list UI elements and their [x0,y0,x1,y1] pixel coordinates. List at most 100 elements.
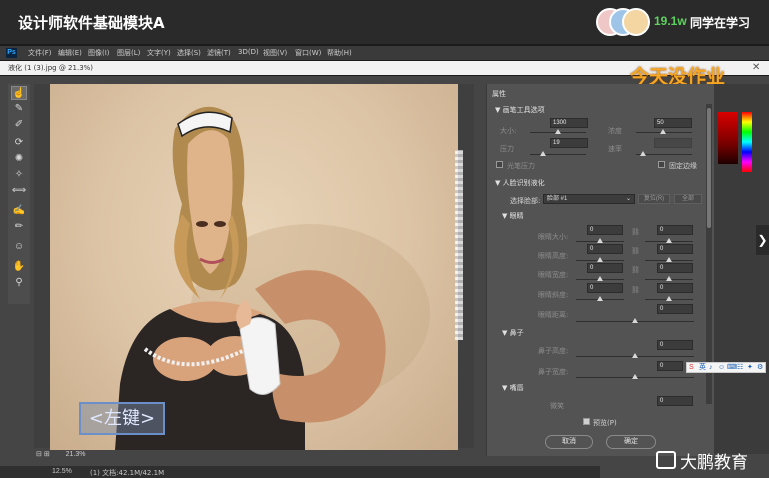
rate-label: 速率 [608,145,622,153]
eye-size-right-knob[interactable] [666,238,672,243]
distorted-portrait-image [115,106,430,450]
eye-tilt-right-knob[interactable] [666,296,672,301]
link-icon[interactable]: ⛓ [631,266,640,274]
nose-width-knob[interactable] [632,374,638,379]
pucker-icon[interactable]: ✺ [11,152,27,166]
eye-tilt-right-input[interactable]: 0 [657,283,693,293]
bloat-icon[interactable]: ✧ [11,168,27,182]
ime-skin-icon[interactable]: ✦ [747,363,753,373]
eye-width-right-knob[interactable] [666,276,672,281]
pressure-slider[interactable] [530,154,586,155]
menu-image[interactable]: 图像(I) [88,48,110,58]
eyes-header[interactable]: ▼ 眼睛 [502,211,524,221]
canvas-zoom-control[interactable]: ⊟ ⊞ 21.3% [36,450,96,460]
eye-height-right-input[interactable]: 0 [657,244,693,254]
select-face-dropdown[interactable]: 脸部 #1 ⌄ [543,194,635,204]
eye-height-left-knob[interactable] [597,257,603,262]
zoom-out-icon[interactable]: ⊟ [36,450,42,458]
brush-options-header[interactable]: ▼ 画笔工具选项 [495,105,545,115]
density-input[interactable]: 50 [654,118,692,128]
ime-menu-icon[interactable]: ☷ [737,363,743,373]
link-icon[interactable]: ⛓ [631,247,640,255]
eye-height-left-input[interactable]: 0 [587,244,623,254]
preview-checkbox[interactable] [583,418,590,425]
size-slider-knob[interactable] [555,129,561,134]
menu-file[interactable]: 文件(F) [28,48,52,58]
size-label: 大小: [500,127,517,135]
eye-size-left-input[interactable]: 0 [587,225,623,235]
menu-filter[interactable]: 滤镜(T) [207,48,231,58]
hue-slider[interactable] [742,112,752,172]
eye-tilt-left-knob[interactable] [597,296,603,301]
ime-emoji-icon[interactable]: ☺ [718,363,725,373]
link-icon[interactable]: ⛓ [631,228,640,236]
cancel-button[interactable]: 取消 [545,435,593,449]
nose-height-knob[interactable] [632,353,638,358]
nose-width-label: 鼻子宽度: [538,368,569,376]
zoom-icon[interactable]: ⚲ [11,276,27,290]
ime-keyboard-icon[interactable]: ⌨ [727,363,737,373]
pressure-slider-knob[interactable] [540,151,546,156]
mouth-header[interactable]: ▼ 嘴唇 [502,383,524,393]
eye-width-left-input[interactable]: 0 [587,263,623,273]
eye-width-left-knob[interactable] [597,276,603,281]
sogou-icon[interactable]: S [689,363,694,373]
size-input[interactable]: 1300 [550,118,588,128]
menu-select[interactable]: 选择(S) [177,48,201,58]
face-aware-header[interactable]: ▼ 人脸识别液化 [495,178,545,188]
nose-header[interactable]: ▼ 鼻子 [502,328,524,338]
hand-icon[interactable]: ✋ [11,260,27,274]
status-zoom[interactable]: 12.5% [52,468,72,475]
nose-height-input[interactable]: 0 [657,340,693,350]
eye-size-left-knob[interactable] [597,238,603,243]
smile-input[interactable]: 0 [657,396,693,406]
ime-punctuation-icon[interactable]: ♪ [709,363,713,373]
stylus-pressure-checkbox[interactable] [496,161,503,168]
menu-view[interactable]: 视图(V) [263,48,287,58]
freeze-mask-icon[interactable]: ✍ [11,204,27,218]
brand-logo-icon [656,451,676,469]
ime-lang-toggle[interactable]: 英 [699,363,706,373]
avatar [622,8,650,36]
nose-height-label: 鼻子高度: [538,347,569,355]
pressure-input[interactable]: 19 [550,138,588,148]
eye-tilt-left-input[interactable]: 0 [587,283,623,293]
face-tool-icon[interactable]: ☺ [11,240,27,254]
chevron-right-icon[interactable]: ❯ [756,225,769,255]
ime-settings-icon[interactable]: ⚙ [757,363,763,373]
pin-edges-checkbox[interactable] [658,161,665,168]
menu-3d[interactable]: 3D(D) [238,48,259,56]
rate-input[interactable] [654,138,692,148]
all-button[interactable]: 全部 [674,194,702,204]
color-picker-field[interactable] [718,112,738,164]
menu-help[interactable]: 帮助(H) [327,48,352,58]
twirl-icon[interactable]: ⟳ [11,136,27,150]
menu-window[interactable]: 窗口(W) [295,48,321,58]
close-icon[interactable]: ✕ [752,62,760,73]
eye-width-right-input[interactable]: 0 [657,263,693,273]
thaw-mask-icon[interactable]: ✏ [11,220,27,234]
density-slider-knob[interactable] [660,129,666,134]
photo-canvas[interactable] [50,84,458,450]
reset-button[interactable]: 复位(R) [638,194,670,204]
eye-distance-input[interactable]: 0 [657,304,693,314]
menu-layer[interactable]: 图层(L) [117,48,140,58]
rate-slider-knob[interactable] [640,151,646,156]
nose-width-input[interactable]: 0 [657,361,683,371]
menu-edit[interactable]: 编辑(E) [58,48,82,58]
zoom-in-icon[interactable]: ⊞ [44,450,50,458]
menu-type[interactable]: 文字(Y) [147,48,171,58]
smooth-icon[interactable]: ✐ [11,118,27,132]
eye-size-right-input[interactable]: 0 [657,225,693,235]
properties-scrollbar-thumb[interactable] [707,108,711,228]
ime-toolbar: S 英 ♪ ☺ ⌨ ☷ ✦ ⚙ [686,362,766,373]
canvas-zoom-value[interactable]: 21.3% [66,451,86,458]
link-icon[interactable]: ⛓ [631,286,640,294]
ok-button[interactable]: 确定 [606,435,656,449]
eye-distance-label: 眼睛距离: [538,311,569,319]
reconstruct-icon[interactable]: ✎ [11,102,27,116]
eye-distance-knob[interactable] [632,318,638,323]
forward-warp-icon[interactable]: ☝ [11,86,27,100]
push-left-icon[interactable]: ⟺ [11,184,27,198]
eye-height-right-knob[interactable] [666,257,672,262]
